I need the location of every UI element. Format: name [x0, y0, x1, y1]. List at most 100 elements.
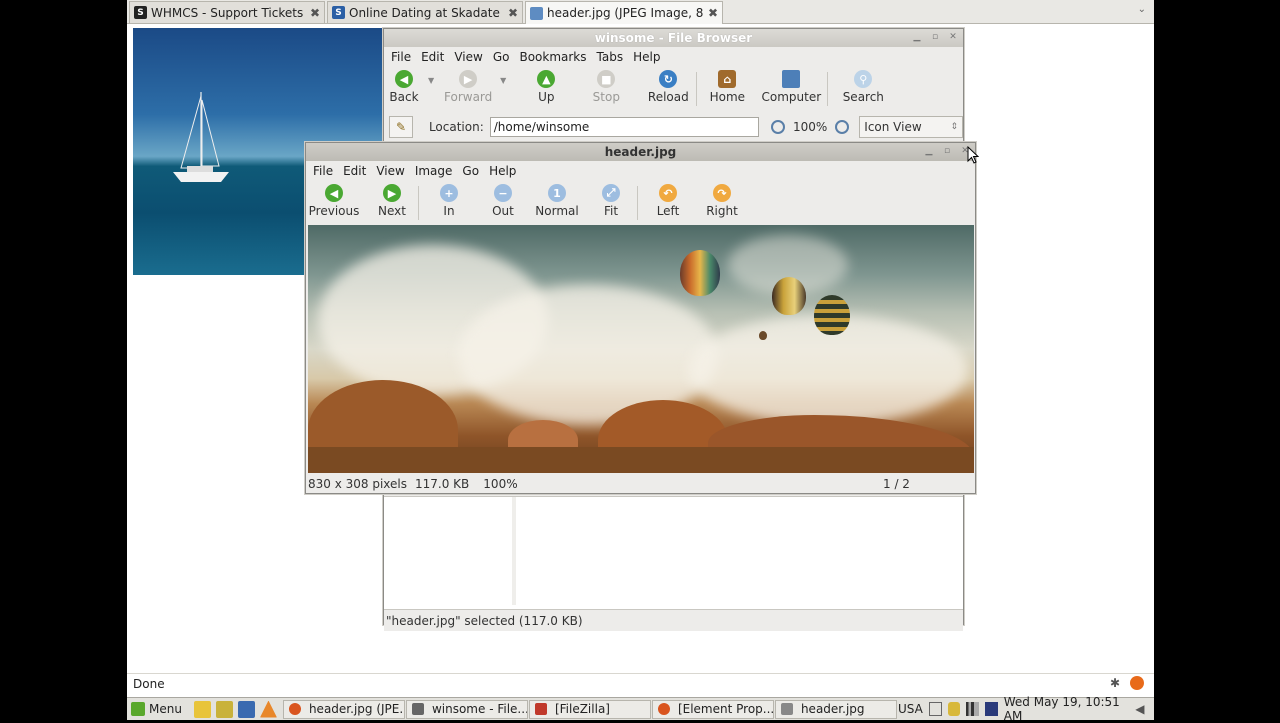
menu-go[interactable]: Go	[457, 164, 484, 178]
pane-divider[interactable]	[512, 497, 516, 605]
menu-edit[interactable]: Edit	[338, 164, 371, 178]
previous-arrow-icon: ◀	[325, 184, 343, 202]
close-tab-icon[interactable]: ✖	[708, 6, 718, 20]
displayed-image[interactable]	[308, 225, 974, 473]
network-signal-icon[interactable]	[966, 702, 980, 716]
task-list: header.jpg (JPE... winsome - File... [Fi…	[282, 699, 898, 719]
task-firefox-header[interactable]: header.jpg (JPE...	[282, 699, 405, 719]
previous-label: Previous	[308, 204, 360, 218]
location-label: Location:	[428, 120, 484, 134]
back-history-chevron-down-icon[interactable]: ▼	[428, 76, 434, 85]
fit-button[interactable]: ⤢ Fit	[591, 184, 631, 218]
up-button[interactable]: ▲ Up	[526, 70, 566, 104]
zoom-in-button[interactable]: + In	[429, 184, 469, 218]
volume-icon[interactable]: ◀	[1135, 702, 1148, 716]
filezilla-launcher-icon[interactable]	[215, 700, 233, 718]
computer-button[interactable]: Computer	[761, 70, 821, 104]
task-label: [Element Prop...	[677, 702, 774, 716]
clock[interactable]: Wed May 19, 10:51 AM	[1004, 695, 1130, 723]
uk-flag-icon[interactable]	[985, 702, 998, 716]
back-button[interactable]: ◀ Back	[386, 70, 422, 104]
menu-tabs[interactable]: Tabs	[592, 50, 629, 64]
computer-icon	[782, 70, 801, 88]
next-button[interactable]: ▶ Next	[372, 184, 412, 218]
image-favicon-icon	[530, 6, 543, 20]
zoom-out-icon[interactable]	[770, 120, 785, 134]
close-icon[interactable]: ✕	[947, 31, 959, 43]
close-tab-icon[interactable]: ✖	[310, 6, 320, 20]
menu-view[interactable]: View	[449, 50, 487, 64]
task-element-properties[interactable]: [Element Prop...	[651, 699, 774, 719]
zoom-normal-icon: 1	[548, 184, 566, 202]
image-zoom: 100%	[483, 477, 518, 491]
rotate-right-label: Right	[706, 204, 738, 218]
maximize-icon[interactable]: ▫	[929, 31, 941, 43]
menu-go[interactable]: Go	[488, 50, 515, 64]
task-label: [FileZilla]	[554, 702, 610, 716]
image-viewer-titlebar[interactable]: header.jpg ▁ ▫ ✕	[306, 143, 975, 161]
home-label: Home	[709, 90, 746, 104]
normal-size-button[interactable]: 1 Normal	[535, 184, 579, 218]
file-browser-toolbar: ◀ Back ▼ ▶ Forward ▼ ▲ Up ■ Stop ↻ Reloa…	[384, 67, 963, 111]
rotate-left-label: Left	[656, 204, 680, 218]
search-label: Search	[842, 90, 884, 104]
window-title: winsome - File Browser	[594, 31, 753, 45]
clipboard-icon[interactable]	[928, 702, 942, 716]
menu-image[interactable]: Image	[410, 164, 458, 178]
mouse-cursor-icon	[967, 146, 979, 164]
file-browser-menubar: File Edit View Go Bookmarks Tabs Help	[384, 47, 963, 67]
desert-ground	[308, 447, 974, 473]
forward-button[interactable]: ▶ Forward	[440, 70, 496, 104]
zoom-out-button[interactable]: − Out	[483, 184, 523, 218]
minimize-icon[interactable]: ▁	[911, 31, 923, 43]
menu-view[interactable]: View	[371, 164, 409, 178]
forward-label: Forward	[444, 90, 493, 104]
vlc-launcher-icon[interactable]	[259, 700, 277, 718]
rotate-right-button[interactable]: ↷ Right	[702, 184, 742, 218]
taskbar: Menu header.jpg (JPE... winsome - File..…	[127, 695, 1154, 723]
reload-button[interactable]: ↻ Reload	[646, 70, 690, 104]
task-image-viewer[interactable]: header.jpg	[774, 699, 897, 719]
firebug-icon[interactable]	[1130, 676, 1144, 690]
minimize-icon[interactable]: ▁	[923, 145, 935, 157]
start-menu-button[interactable]: Menu	[127, 702, 186, 716]
maximize-icon[interactable]: ▫	[941, 145, 953, 157]
zoom-out-label: Out	[492, 204, 514, 218]
toggle-location-edit-icon[interactable]: ✎	[389, 116, 413, 138]
menu-help[interactable]: Help	[484, 164, 521, 178]
tab-header-jpg[interactable]: header.jpg (JPEG Image, 83... ✖	[525, 1, 723, 24]
lock-icon[interactable]	[947, 702, 961, 716]
addon-puzzle-icon[interactable]: ✱	[1110, 676, 1124, 690]
location-input[interactable]: /home/winsome	[489, 117, 759, 137]
previous-button[interactable]: ◀ Previous	[308, 184, 360, 218]
menu-file[interactable]: File	[386, 50, 416, 64]
search-button[interactable]: ⚲ Search	[838, 70, 888, 104]
view-mode-select[interactable]: Icon View ⇕	[859, 116, 963, 138]
home-button[interactable]: ⌂ Home	[707, 70, 747, 104]
forward-history-chevron-down-icon[interactable]: ▼	[500, 76, 506, 85]
tab-bar: S WHMCS - Support Tickets ✖ S Online Dat…	[127, 0, 1154, 24]
image-viewer-icon	[780, 703, 793, 715]
menu-bookmarks[interactable]: Bookmarks	[514, 50, 591, 64]
keyboard-layout-indicator[interactable]: USA	[898, 702, 923, 716]
file-area[interactable]: "header.jpg" selected (117.0 KB)	[384, 496, 963, 631]
zoom-in-icon[interactable]	[835, 120, 850, 134]
tab-skadate[interactable]: S Online Dating at Skadate 7 ... ✖	[327, 1, 523, 23]
files-launcher-icon[interactable]	[237, 700, 255, 718]
task-filezilla[interactable]: [FileZilla]	[528, 699, 651, 719]
zoom-level: 100%	[792, 120, 828, 134]
menu-help[interactable]: Help	[628, 50, 665, 64]
tab-whmcs[interactable]: S WHMCS - Support Tickets ✖	[129, 1, 325, 23]
notes-launcher-icon[interactable]	[193, 700, 211, 718]
browser-status-icons: ✱	[1110, 676, 1144, 690]
menu-file[interactable]: File	[308, 164, 338, 178]
menu-edit[interactable]: Edit	[416, 50, 449, 64]
tab-label: header.jpg (JPEG Image, 83...	[547, 6, 704, 20]
task-file-browser[interactable]: winsome - File...	[405, 699, 528, 719]
reload-label: Reload	[647, 90, 689, 104]
stop-button[interactable]: ■ Stop	[586, 70, 626, 104]
close-tab-icon[interactable]: ✖	[508, 6, 518, 20]
file-browser-titlebar[interactable]: winsome - File Browser ▁ ▫ ✕	[384, 29, 963, 47]
tab-list-chevron-down-icon[interactable]: ⌄	[1138, 4, 1146, 15]
rotate-left-button[interactable]: ↶ Left	[648, 184, 688, 218]
